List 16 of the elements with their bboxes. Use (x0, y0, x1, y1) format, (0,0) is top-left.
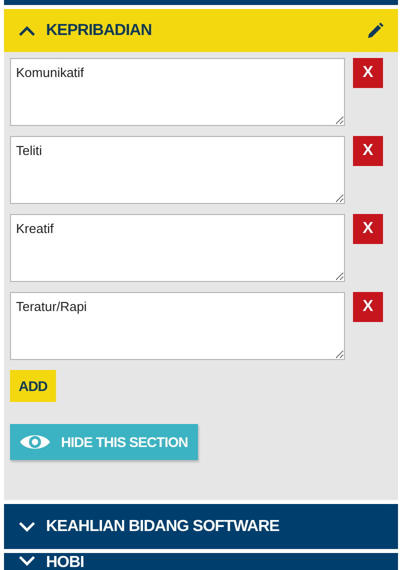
text-area-field[interactable]: Kreatif (10, 214, 345, 282)
pencil-icon[interactable] (366, 22, 384, 40)
text-area-field[interactable]: Komunikatif (10, 58, 345, 126)
remove-button[interactable]: X (353, 136, 383, 166)
chevron-down-icon (18, 555, 36, 567)
remove-button[interactable]: X (353, 214, 383, 244)
chevron-up-icon (18, 24, 36, 36)
chevron-down-icon (18, 520, 36, 532)
text-area-field[interactable]: Teratur/Rapi (10, 292, 345, 360)
section-header[interactable]: HOBI (4, 553, 398, 570)
add-button[interactable]: ADD (10, 370, 56, 402)
section-header[interactable]: KEPRIBADIAN (4, 9, 398, 52)
remove-button[interactable]: X (353, 58, 383, 88)
remove-button[interactable]: X (353, 292, 383, 322)
text-area-field[interactable]: Teliti (10, 136, 345, 204)
section-header[interactable]: KEAHLIAN BIDANG SOFTWARE (4, 504, 398, 549)
